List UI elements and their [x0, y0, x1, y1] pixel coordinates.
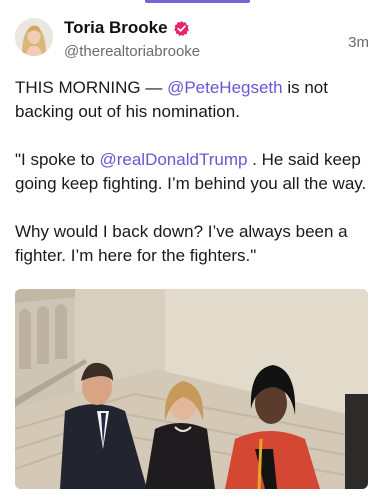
- post-video-thumbnail[interactable]: [15, 289, 368, 489]
- post-timestamp: 3m: [348, 34, 369, 51]
- post-body: THIS MORNING — @PeteHegseth is not backi…: [15, 76, 371, 292]
- mention-link-realdonaldtrump[interactable]: @realDonaldTrump: [99, 150, 247, 169]
- author-name-row: Toria Brooke: [64, 18, 190, 38]
- paragraph-2-lead: "I spoke to: [15, 150, 100, 169]
- verified-badge-icon: [173, 20, 190, 37]
- active-tab-indicator: [145, 0, 250, 3]
- post-header: Toria Brooke @therealtoriabrooke 3m: [15, 18, 369, 64]
- mention-link-petehegseth[interactable]: @PeteHegseth: [167, 78, 283, 97]
- avatar[interactable]: [15, 18, 53, 56]
- post-paragraph-1: THIS MORNING — @PeteHegseth is not backi…: [15, 76, 371, 124]
- paragraph-1-lead: THIS MORNING —: [15, 78, 168, 97]
- post-paragraph-3: Why would I back down? I’ve always been …: [15, 222, 348, 265]
- author-handle[interactable]: @therealtoriabrooke: [64, 43, 200, 60]
- author-name[interactable]: Toria Brooke: [64, 18, 168, 38]
- post-paragraph-2: "I spoke to @realDonaldTrump . He said k…: [15, 148, 371, 196]
